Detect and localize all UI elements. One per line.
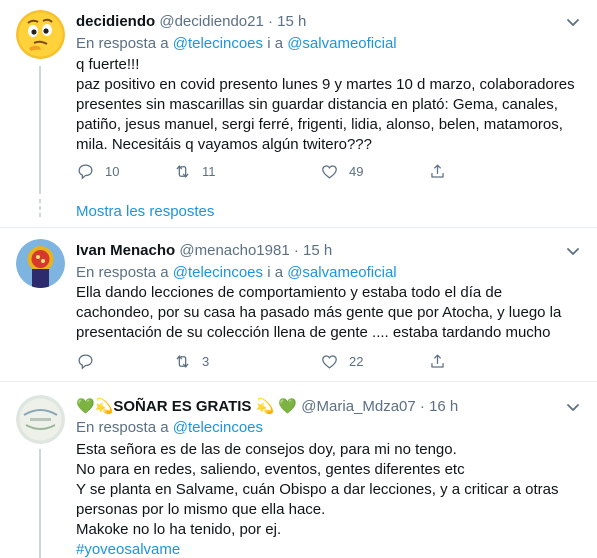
avatar[interactable] <box>16 10 65 59</box>
tweet-line: Y se planta en Salvame, cuán Obispo a da… <box>76 481 559 518</box>
reply-user-link[interactable]: @salvameoficial <box>287 35 396 52</box>
tweet-decidiendo[interactable]: decidiendo @decidiendo21 · 15 h En respo… <box>0 0 597 228</box>
tweet-header: decidiendo @decidiendo21 · 15 h <box>76 12 557 32</box>
show-replies-link[interactable]: Mostra les respostes <box>76 202 214 222</box>
retweet-button[interactable]: 3 <box>173 351 209 371</box>
user-handle[interactable]: @Maria_Mdza07 <box>301 398 415 415</box>
tweet-ivan-menacho[interactable]: Ivan Menacho @menacho1981 · 15 h En resp… <box>0 229 597 382</box>
reply-user-link[interactable]: @telecincoes <box>173 264 263 281</box>
retweet-count: 3 <box>202 353 210 369</box>
tweet-header: Ivan Menacho @menacho1981 · 15 h <box>76 241 557 261</box>
reply-prefix: En resposta a <box>76 264 169 281</box>
reply-user-link[interactable]: @telecincoes <box>173 35 263 52</box>
retweet-button[interactable]: 11 <box>173 161 216 181</box>
tweet-line: paz positivo en covid presento lunes 9 y… <box>76 76 575 153</box>
reply-join: i a <box>267 35 284 52</box>
action-bar: 10 11 49 <box>76 161 516 181</box>
tweet-line: Makoke no lo ha tenido, por ej. <box>76 521 282 538</box>
retweet-icon <box>176 164 189 178</box>
tweet-text: Esta señora es de las de consejos doy, p… <box>76 440 583 558</box>
caret-down-icon[interactable] <box>563 241 583 261</box>
reply-prefix: En resposta a <box>76 419 169 436</box>
avatar[interactable] <box>16 239 65 288</box>
thread-line <box>39 66 41 194</box>
user-handle[interactable]: @decidiendo21 <box>159 13 263 30</box>
display-name[interactable]: Ivan Menacho <box>76 242 175 259</box>
reply-user-link[interactable]: @salvameoficial <box>287 264 396 281</box>
like-count: 49 <box>349 163 364 179</box>
tweet-sonar-es-gratis[interactable]: 💚💫SOÑAR ES GRATIS 💫 💚 @Maria_Mdza07 · 16… <box>0 383 597 558</box>
tweet-line: Esta señora es de las de consejos doy, p… <box>76 441 457 458</box>
reply-button[interactable] <box>76 351 105 371</box>
tweet-feed: decidiendo @decidiendo21 · 15 h En respo… <box>0 0 597 558</box>
tweet-line: q fuerte!!! <box>76 56 140 73</box>
tweet-text: q fuerte!!! paz positivo en covid presen… <box>76 55 583 155</box>
tweet-line: Ella dando lecciones de comportamiento y… <box>76 284 562 341</box>
display-name[interactable]: 💚💫SOÑAR ES GRATIS 💫 💚 <box>76 398 297 415</box>
display-name[interactable]: decidiendo <box>76 13 155 30</box>
tweet-line: No para en redes, saliendo, eventos, gen… <box>76 461 465 478</box>
like-button[interactable]: 49 <box>320 161 363 181</box>
profile-photo-icon <box>16 395 65 444</box>
reply-context: En resposta a @telecincoes <box>76 418 263 438</box>
reply-icon <box>78 354 93 370</box>
like-icon <box>322 354 337 369</box>
profile-photo-icon <box>16 239 65 288</box>
timestamp[interactable]: · 16 h <box>420 398 458 415</box>
user-handle[interactable]: @menacho1981 <box>179 242 289 259</box>
share-icon <box>431 164 444 178</box>
reply-join: i a <box>267 264 284 281</box>
like-icon <box>322 164 337 179</box>
like-button[interactable]: 22 <box>320 351 363 371</box>
share-button[interactable] <box>428 351 447 371</box>
reply-icon <box>78 164 93 180</box>
share-icon <box>431 354 444 368</box>
timestamp[interactable]: · 15 h <box>268 13 306 30</box>
retweet-count: 11 <box>202 163 216 179</box>
hashtag-link[interactable]: #yoveosalvame <box>76 540 583 558</box>
avatar[interactable] <box>16 395 65 444</box>
thinking-emoji-icon <box>16 10 65 59</box>
thread-ellipsis <box>36 199 44 220</box>
reply-count: 10 <box>105 163 120 179</box>
reply-button[interactable]: 10 <box>76 161 119 181</box>
tweet-text: Ella dando lecciones de comportamiento y… <box>76 283 583 343</box>
retweet-icon <box>176 354 189 368</box>
reply-context: En resposta a @telecincoes i a @salvameo… <box>76 263 397 283</box>
caret-down-icon[interactable] <box>563 397 583 417</box>
thread-line <box>39 449 41 558</box>
action-bar: 3 22 <box>76 351 516 371</box>
caret-down-icon[interactable] <box>563 12 583 32</box>
reply-context: En resposta a @telecincoes i a @salvameo… <box>76 34 397 54</box>
like-count: 22 <box>349 353 364 369</box>
reply-prefix: En resposta a <box>76 35 169 52</box>
share-button[interactable] <box>428 161 447 181</box>
reply-user-link[interactable]: @telecincoes <box>173 419 263 436</box>
tweet-header: 💚💫SOÑAR ES GRATIS 💫 💚 @Maria_Mdza07 · 16… <box>76 397 557 417</box>
timestamp[interactable]: · 15 h <box>294 242 332 259</box>
